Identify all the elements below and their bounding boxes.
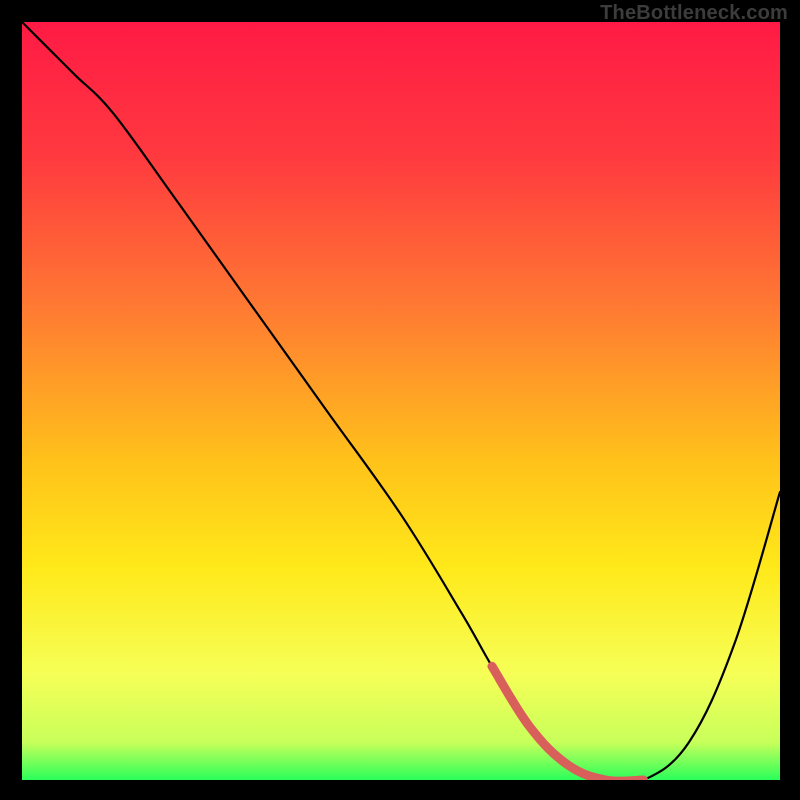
plot-area xyxy=(22,22,780,780)
watermark-text: TheBottleneck.com xyxy=(600,2,788,25)
chart-frame: TheBottleneck.com xyxy=(0,0,800,800)
background-gradient xyxy=(22,22,780,780)
